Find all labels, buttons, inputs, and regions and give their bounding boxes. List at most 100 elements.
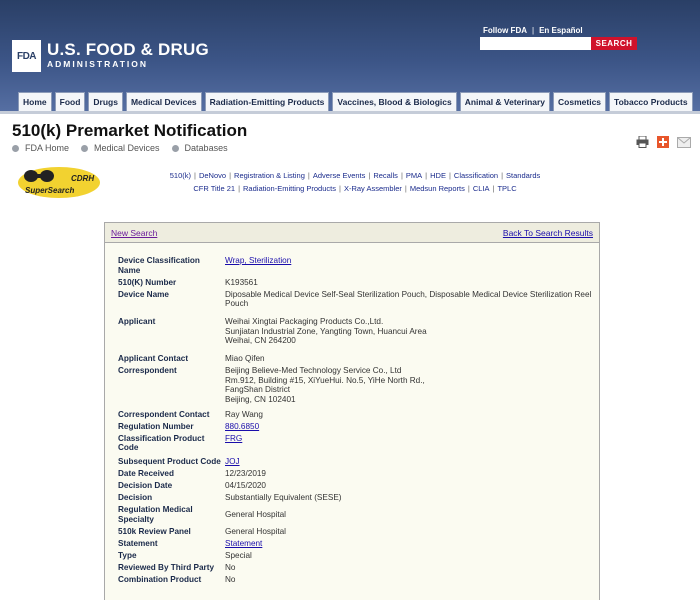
- cdrh-link-standards[interactable]: Standards: [506, 171, 540, 180]
- field-label: 510(K) Number: [118, 277, 177, 287]
- site-subtitle: ADMINISTRATION: [47, 59, 149, 69]
- table-row: Type Special: [118, 551, 593, 563]
- applicant-contact-value: Miao Qifen: [225, 354, 265, 363]
- table-row: Applicant Contact Miao Qifen: [118, 354, 593, 366]
- print-icon[interactable]: [636, 136, 649, 148]
- site-title[interactable]: U.S. FOOD & DRUG: [47, 40, 209, 60]
- espanol-link[interactable]: En Español: [539, 26, 583, 35]
- table-row: Correspondent Beijing Believe-Med Techno…: [118, 366, 593, 407]
- regulation-medical-specialty-value: General Hospital: [225, 509, 286, 519]
- plus-share-icon[interactable]: [657, 136, 669, 148]
- device-name-value: Diposable Medical Device Self-Seal Steri…: [225, 289, 592, 309]
- field-value: JOJ: [225, 457, 593, 469]
- breadcrumb: FDA Home Medical Devices Databases: [12, 143, 240, 153]
- cdrh-link-tplc[interactable]: TPLC: [497, 184, 516, 193]
- record-details-table: Device Classification Name Wrap, Sterili…: [118, 256, 593, 587]
- applicant-line: Sunjiatan Industrial Zone, Yangting Town…: [225, 326, 427, 336]
- field-label: Device Classification Name: [118, 256, 200, 275]
- nav-tab-food[interactable]: Food: [54, 92, 86, 111]
- cdrh-link-hde[interactable]: HDE: [430, 171, 446, 180]
- cdrh-link-radiation-emitting-products[interactable]: Radiation-Emitting Products: [243, 184, 336, 193]
- cdrh-link-classification[interactable]: Classification: [454, 171, 498, 180]
- breadcrumb-item-fda-home[interactable]: FDA Home: [12, 143, 69, 153]
- table-row: Decision Date 04/15/2020: [118, 481, 593, 493]
- cdrh-link-pma[interactable]: PMA: [406, 171, 422, 180]
- nav-tab-medical-devices[interactable]: Medical Devices: [125, 92, 202, 111]
- nav-tab-animal-veterinary[interactable]: Animal & Veterinary: [459, 92, 551, 111]
- cdrh-link-registration-listing[interactable]: Registration & Listing: [234, 171, 305, 180]
- date-received-value: 12/23/2019: [225, 469, 266, 478]
- table-row: Applicant Weihai Xingtai Packaging Produ…: [118, 317, 593, 348]
- table-row: Device Name Diposable Medical Device Sel…: [118, 290, 593, 312]
- regulation-number-link[interactable]: 880.6850: [225, 422, 259, 431]
- breadcrumb-item-medical-devices[interactable]: Medical Devices: [81, 143, 160, 153]
- record-details-panel: New Search Back To Search Results Device…: [104, 222, 600, 600]
- classification-product-code-link[interactable]: FRG: [225, 434, 242, 443]
- table-row: Combination Product No: [118, 575, 593, 587]
- site-header: FDA U.S. FOOD & DRUG ADMINISTRATION Foll…: [0, 0, 700, 112]
- utility-icons: [636, 136, 691, 148]
- nav-tab-cosmetics[interactable]: Cosmetics: [553, 92, 607, 111]
- field-value: 880.6850: [225, 422, 593, 434]
- field-label: Applicant Contact: [118, 354, 189, 363]
- field-label: Decision: [118, 493, 153, 502]
- combination-value: No: [225, 574, 236, 584]
- table-row: Regulation Number 880.6850: [118, 422, 593, 434]
- applicant-line: Weihai, CN 264200: [225, 336, 296, 345]
- nav-tab-home[interactable]: Home: [18, 92, 52, 111]
- bullet-icon: [81, 144, 89, 152]
- follow-fda-link[interactable]: Follow FDA: [483, 26, 527, 35]
- table-row: Date Received 12/23/2019: [118, 469, 593, 481]
- bullet-icon: [171, 144, 179, 152]
- back-to-results-link[interactable]: Back To Search Results: [503, 228, 593, 238]
- site-search-button[interactable]: SEARCH: [591, 37, 637, 50]
- breadcrumb-item-databases[interactable]: Databases: [171, 143, 228, 153]
- correspondent-value: Beijing Believe-Med Technology Service C…: [225, 366, 593, 407]
- review-panel-value: General Hospital: [225, 526, 286, 536]
- statement-link[interactable]: Statement: [225, 539, 262, 548]
- field-label: Type: [118, 550, 137, 560]
- field-value: Statement: [225, 539, 593, 551]
- nav-tab-tobacco-products[interactable]: Tobacco Products: [609, 92, 693, 111]
- main-nav: Home Food Drugs Medical Devices Radiatio…: [18, 92, 693, 111]
- field-label: Subsequent Product Code: [118, 457, 221, 466]
- cdrh-links: 510(k) | DeNovo | Registration & Listing | Adv…: [120, 170, 590, 195]
- applicant-value: Weihai Xingtai Packaging Products Co.,Lt…: [225, 317, 593, 348]
- table-row: Decision Substantially Equivalent (SESE): [118, 493, 593, 505]
- fda-logo-icon[interactable]: FDA: [12, 40, 41, 72]
- cdrh-link-xray-assembler[interactable]: X-Ray Assembler: [344, 184, 402, 193]
- bullet-icon: [12, 144, 19, 152]
- cdrh-link-510k[interactable]: 510(k): [170, 171, 191, 180]
- device-classification-name-link[interactable]: Wrap, Sterilization: [225, 256, 291, 265]
- cdrh-link-adverse-events[interactable]: Adverse Events: [313, 171, 366, 180]
- cdrh-link-cfr-title-21[interactable]: CFR Title 21: [193, 184, 235, 193]
- field-label: Correspondent Contact: [118, 409, 210, 419]
- nav-tab-radiation-emitting-products[interactable]: Radiation-Emitting Products: [204, 92, 330, 111]
- table-row: Reviewed By Third Party No: [118, 563, 593, 575]
- cdrh-logo-top: CDRH: [71, 174, 94, 183]
- field-label: Reviewed By Third Party: [118, 562, 215, 572]
- table-row: Statement Statement: [118, 539, 593, 551]
- cdrh-link-clia[interactable]: CLIA: [473, 184, 490, 193]
- field-label: Correspondent: [118, 366, 177, 375]
- table-row: Device Classification Name Wrap, Sterili…: [118, 256, 593, 278]
- nav-tab-drugs[interactable]: Drugs: [88, 92, 123, 111]
- cdrh-link-medsun-reports[interactable]: Medsun Reports: [410, 184, 465, 193]
- cdrh-supersearch-logo[interactable]: CDRH SuperSearch: [17, 166, 101, 199]
- top-links: Follow FDA | En Español: [483, 26, 583, 35]
- site-search-input[interactable]: [480, 37, 591, 50]
- email-icon[interactable]: [677, 136, 691, 148]
- cdrh-link-denovo[interactable]: DeNovo: [199, 171, 226, 180]
- table-row: Subsequent Product Code JOJ: [118, 457, 593, 469]
- subsequent-product-code-link[interactable]: JOJ: [225, 457, 240, 466]
- new-search-link[interactable]: New Search: [111, 228, 157, 238]
- table-row: Classification Product Code FRG: [118, 434, 593, 456]
- field-label: Statement: [118, 538, 158, 548]
- cdrh-link-recalls[interactable]: Recalls: [373, 171, 398, 180]
- decision-date-value: 04/15/2020: [225, 481, 266, 490]
- nav-tab-vaccines[interactable]: Vaccines, Blood & Biologics: [332, 92, 457, 111]
- top-links-separator: |: [532, 26, 535, 35]
- field-label: Classification Product Code: [118, 433, 205, 453]
- type-value: Special: [225, 550, 252, 560]
- field-label: Regulation Medical Specialty: [118, 505, 193, 524]
